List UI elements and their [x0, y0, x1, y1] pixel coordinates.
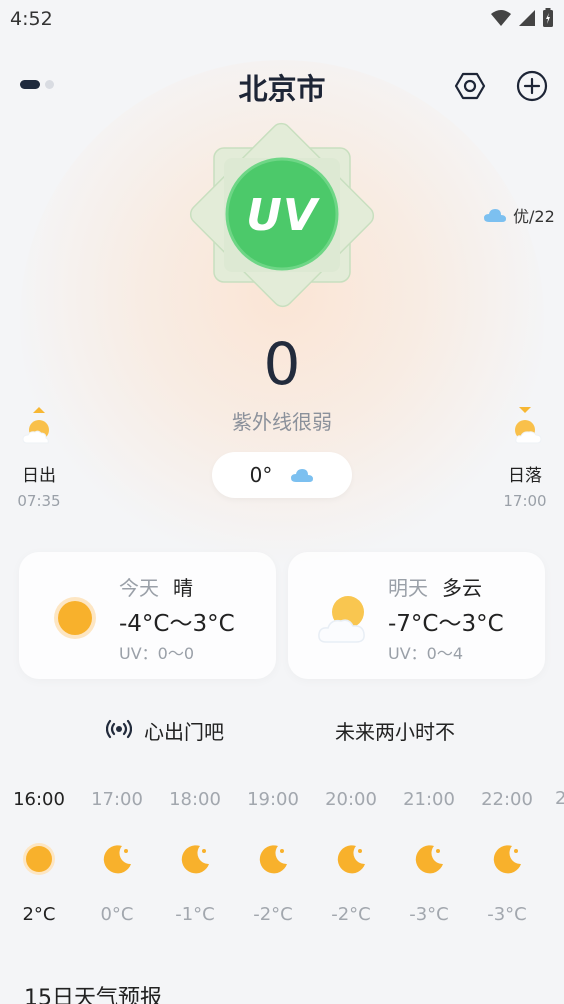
header: 北京市 — [0, 58, 564, 112]
forecast-15day-title[interactable]: 15日天气预报 — [24, 980, 162, 1004]
uv-description: 紫外线很弱 — [232, 410, 332, 434]
tips-ticker[interactable]: 心出门吧 未来两小时不 — [0, 712, 564, 746]
hour-time: 16:00 — [13, 789, 65, 810]
hour-time: 20:00 — [325, 789, 377, 810]
broadcast-icon — [106, 719, 132, 739]
hour-column[interactable]: 16:00 2°C — [3, 780, 75, 925]
hour-temp: -2°C — [253, 904, 293, 925]
sunset-time: 17:00 — [503, 492, 547, 510]
plus-circle-icon — [516, 70, 548, 102]
moon-icon — [259, 845, 287, 874]
moon-icon — [493, 845, 521, 874]
add-city-button[interactable] — [514, 68, 550, 104]
status-time: 4:52 — [10, 8, 53, 30]
wifi-icon — [491, 10, 511, 26]
hour-time: 22:00 — [481, 789, 533, 810]
hour-temp: 0°C — [100, 904, 134, 925]
hour-temp: 2°C — [22, 904, 56, 925]
tomorrow-day-label: 明天 — [388, 576, 428, 600]
status-icons — [490, 8, 554, 28]
today-header: 今天晴 — [119, 572, 193, 601]
sunrise-time: 07:35 — [17, 492, 61, 510]
sun-icon — [54, 597, 96, 639]
today-uv-range: UV：0～0 — [119, 644, 195, 663]
current-temperature: 0° — [249, 463, 273, 487]
hour-column[interactable]: 18:00 -1°C — [159, 780, 231, 925]
hour-column[interactable]: 20:00 -2°C — [315, 780, 387, 925]
today-day-label: 今天 — [119, 576, 159, 600]
status-bar: 4:52 — [0, 0, 564, 38]
hour-temp: -3°C — [487, 904, 527, 925]
hour-temp: -3°C — [409, 904, 449, 925]
sun-icon — [23, 843, 55, 875]
hour-column[interactable]: 21:00 -3°C — [393, 780, 465, 925]
today-card[interactable]: 今天晴 -4°C～3°C UV：0～0 — [19, 552, 276, 679]
tomorrow-uv-range: UV：0～4 — [388, 644, 464, 663]
air-quality-indicator[interactable]: 优/22 — [483, 203, 555, 227]
tomorrow-weather: 多云 — [442, 576, 482, 600]
sunrise-block: 日出 07:35 — [4, 403, 74, 510]
hour-time: 18:00 — [169, 789, 221, 810]
tomorrow-temp-range: -7°C～3°C — [388, 611, 504, 637]
moon-icon — [103, 845, 131, 874]
settings-button[interactable] — [452, 68, 488, 104]
tomorrow-card[interactable]: 明天 多云 -7°C～3°C UV：0～4 — [288, 552, 545, 679]
uv-badge-label: UV — [246, 189, 318, 241]
sunrise-label: 日出 — [22, 466, 56, 486]
cloud-icon — [484, 209, 506, 222]
signal-icon — [519, 10, 535, 26]
current-temp-pill[interactable]: 0° — [212, 452, 352, 498]
tomorrow-header: 明天 多云 — [388, 572, 482, 601]
battery-icon — [543, 8, 553, 27]
hour-temp: -1°C — [175, 904, 215, 925]
cloud-icon — [291, 469, 314, 482]
sunset-icon — [515, 407, 542, 444]
hourly-forecast[interactable]: 16:00 2°C 17:00 0°C 18:00 -1°C 19:00 -2°… — [0, 780, 564, 950]
hour-column[interactable]: 19:00 -2°C — [237, 780, 309, 925]
hour-temp: -2°C — [331, 904, 371, 925]
hour-column[interactable]: 22:00 -3°C — [471, 780, 543, 925]
tip-text: 未来两小时不 — [335, 720, 455, 744]
today-weather: 晴 — [173, 576, 193, 600]
aqi-label: 优/22 — [513, 207, 555, 226]
hour-column[interactable]: 17:00 0°C — [81, 780, 153, 925]
moon-icon — [181, 845, 209, 874]
sunrise-icon — [22, 407, 49, 444]
moon-icon — [415, 845, 443, 874]
hour-more-partial: 2 — [555, 788, 564, 809]
today-temp-range: -4°C～3°C — [119, 611, 235, 637]
hour-time: 17:00 — [91, 789, 143, 810]
hour-time: 21:00 — [403, 789, 455, 810]
uv-value: 0 — [263, 330, 301, 398]
uv-badge: UV — [186, 120, 378, 310]
hexagon-settings-icon — [454, 72, 486, 100]
tip-text: 心出门吧 — [144, 720, 224, 744]
moon-icon — [337, 845, 365, 874]
sunset-label: 日落 — [508, 466, 542, 486]
sunset-block: 日落 17:00 — [490, 403, 560, 510]
hour-time: 19:00 — [247, 789, 299, 810]
partly-cloudy-icon — [318, 596, 365, 643]
